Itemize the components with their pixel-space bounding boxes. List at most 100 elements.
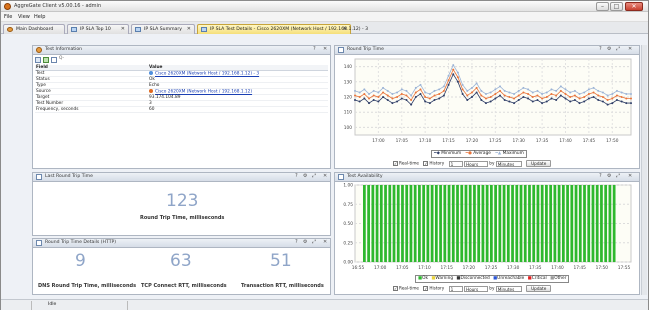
availability-bar (578, 185, 582, 262)
data-point-maximum (531, 91, 534, 94)
help-icon[interactable]: ? (313, 46, 316, 52)
realtime-checkbox[interactable]: ✓ (393, 286, 398, 291)
availability-bar (523, 185, 527, 262)
zoom-icon[interactable]: ⤢ (312, 173, 316, 179)
data-point-minimum (419, 92, 422, 95)
refresh-icon[interactable] (35, 57, 41, 63)
menu-help[interactable]: Help (34, 14, 45, 20)
settings-icon[interactable]: ⚙ (607, 173, 611, 179)
data-point-minimum (531, 100, 534, 103)
settings-icon[interactable]: ⚙ (607, 46, 611, 52)
history-amount-stepper[interactable]: 1 (448, 160, 463, 167)
legend-label-disconnected: Disconnected (460, 276, 490, 281)
availability-bar (473, 185, 476, 262)
close-icon[interactable]: ✕ (628, 173, 632, 179)
export-icon[interactable] (51, 57, 57, 63)
data-point-maximum (545, 91, 548, 94)
help-icon[interactable]: ? (599, 173, 602, 179)
data-point-minimum (615, 99, 618, 102)
data-point-minimum (611, 102, 614, 105)
close-icon[interactable]: ✕ (323, 239, 327, 245)
tab-ip-sla-summary[interactable]: IP SLA Summary ✕ (131, 24, 195, 34)
update-button[interactable]: Update (526, 285, 552, 292)
tab-ip-sla-test-details[interactable]: IP SLA Test Details - Cisco 2620XM (Netw… (197, 24, 368, 34)
availability-bar (409, 185, 413, 262)
vertical-scrollbar[interactable] (641, 45, 647, 295)
data-point-minimum (405, 99, 408, 102)
data-point-maximum (541, 92, 544, 95)
data-point-average (475, 86, 478, 89)
close-icon[interactable]: ✕ (323, 173, 327, 179)
y-tick-label: 0.50 (343, 221, 353, 227)
data-point-average (363, 92, 366, 95)
data-point-maximum (513, 92, 516, 95)
tab-ip-sla-top-10[interactable]: IP SLA Top 10 ✕ (67, 24, 129, 34)
help-icon[interactable]: ? (599, 46, 602, 52)
tab-main-dashboard[interactable]: Main Dashboard (3, 24, 65, 34)
rtt-history-controls: ✓ Real-time ✓ History 1 Hours by Minutes U… (393, 160, 552, 167)
granularity-select[interactable]: Minutes (495, 160, 522, 167)
x-tick-label: 17:10 (418, 265, 431, 271)
history-amount-stepper[interactable]: 1 (448, 285, 463, 292)
data-point-average (527, 92, 530, 95)
data-point-maximum (470, 86, 473, 89)
data-point-minimum (391, 102, 394, 105)
history-unit-select[interactable]: Hours (463, 285, 488, 292)
settings-icon[interactable]: ⚙ (303, 173, 307, 179)
source-link[interactable]: Cisco 2620XM (Network Host / 192.168.1.1… (155, 90, 252, 95)
data-point-minimum (372, 99, 375, 102)
minimize-button[interactable]: – (596, 2, 609, 11)
data-point-average (386, 94, 389, 97)
x-tick-label: 17:25 (489, 138, 502, 144)
x-tick-label: 17:20 (463, 265, 476, 271)
data-point-average (606, 99, 609, 102)
availability-bar (549, 185, 553, 262)
data-point-minimum (363, 97, 366, 100)
menu-view[interactable]: View (18, 14, 30, 20)
data-point-minimum (400, 97, 403, 100)
availability-bar (608, 185, 612, 262)
data-point-minimum (480, 99, 483, 102)
help-icon[interactable]: ? (295, 173, 298, 179)
maximize-button[interactable]: □ (610, 2, 623, 11)
round-trip-time-panel: Round Trip Time ? ⚙ ⤢ ✕ 100 110 120 130 140 1… (334, 45, 640, 169)
tab-close-icon[interactable]: ✕ (343, 25, 347, 34)
update-button[interactable]: Update (526, 160, 552, 167)
data-point-average (601, 96, 604, 98)
tab-close-icon[interactable]: ✕ (121, 25, 125, 34)
close-icon[interactable]: ✕ (628, 46, 632, 52)
tab-close-icon[interactable]: ✕ (187, 25, 191, 34)
help-icon[interactable]: ? (295, 239, 298, 245)
transaction-rtt-value: 51 (270, 251, 292, 271)
availability-bar (477, 185, 481, 262)
history-unit-select[interactable]: Hours (463, 160, 488, 167)
data-point-average (438, 92, 441, 95)
menu-file[interactable]: File (4, 14, 12, 20)
close-window-button[interactable]: ✕ (625, 2, 643, 11)
data-point-minimum (559, 94, 562, 97)
device-icon (149, 89, 153, 93)
test-link[interactable]: Cisco 2620XM (Network Host / 192.168.1.1… (155, 72, 259, 77)
panel-header: Round Trip Time Details (HTTP) ? ⚙ ⤢ ✕ (33, 239, 330, 248)
save-icon[interactable] (43, 57, 49, 63)
data-point-maximum (536, 89, 539, 92)
close-icon[interactable]: ✕ (323, 46, 327, 52)
data-point-average (414, 91, 417, 94)
filter-input[interactable]: Q- (59, 56, 64, 61)
history-checkbox[interactable]: ✓ (423, 161, 429, 166)
granularity-select[interactable]: Minutes (495, 285, 522, 292)
availability-bar (595, 185, 599, 262)
settings-icon[interactable]: ⚙ (303, 239, 307, 245)
zoom-icon[interactable]: ⤢ (312, 239, 316, 245)
availability-bar (379, 185, 383, 262)
zoom-icon[interactable]: ⤢ (616, 46, 620, 52)
data-point-minimum (522, 96, 525, 98)
x-tick-label: 17:25 (485, 265, 498, 271)
zoom-icon[interactable]: ⤢ (616, 173, 620, 179)
realtime-checkbox[interactable]: ✓ (393, 161, 398, 166)
data-point-minimum (569, 100, 572, 103)
data-point-minimum (414, 96, 417, 98)
data-point-average (499, 89, 502, 92)
data-point-minimum (382, 96, 385, 98)
history-checkbox[interactable]: ✓ (423, 286, 429, 291)
